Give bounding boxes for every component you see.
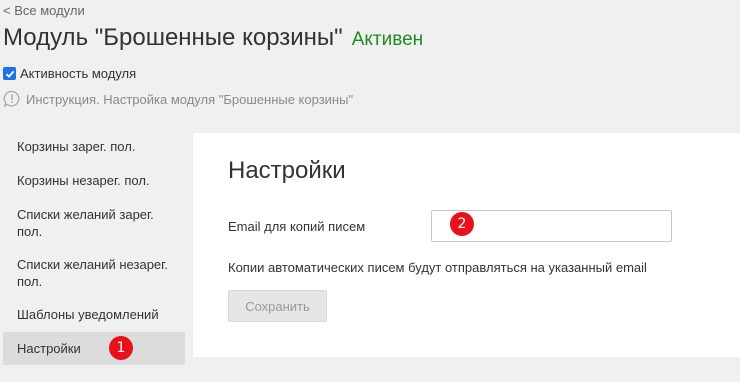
sidebar-item-label: Списки желаний незарег. пол. <box>17 257 168 289</box>
back-to-modules-link[interactable]: < Все модули <box>3 3 85 18</box>
activity-checkbox[interactable] <box>3 67 16 80</box>
info-bubble-icon <box>3 90 21 108</box>
save-button[interactable]: Сохранить <box>228 290 327 322</box>
sidebar-item-settings[interactable]: Настройки <box>3 332 185 365</box>
sidebar-item-carts-registered[interactable]: Корзины зарег. пол. <box>3 130 185 164</box>
email-copy-hint: Копии автоматических писем будут отправл… <box>228 260 647 275</box>
title-row: Модуль "Брошенные корзины" Активен <box>3 24 423 52</box>
settings-title: Настройки <box>228 157 346 184</box>
module-page: < Все модули Модуль "Брошенные корзины" … <box>0 0 740 382</box>
sidebar-item-label: Настройки <box>17 341 81 356</box>
sidebar-item-label: Корзины незарег. пол. <box>17 173 150 188</box>
activity-toggle[interactable]: Активность модуля <box>3 66 136 81</box>
page-title: Модуль "Брошенные корзины" <box>3 24 343 51</box>
step-marker-1: 1 <box>109 336 133 360</box>
email-copy-label: Email для копий писем <box>228 219 366 234</box>
sidebar-item-label: Корзины зарег. пол. <box>17 139 136 154</box>
instruction-link[interactable]: Инструкция. Настройка модуля "Брошенные … <box>3 90 353 108</box>
settings-panel: Настройки Email для копий писем Копии ав… <box>193 133 740 357</box>
step-marker-2: 2 <box>450 212 474 236</box>
activity-label: Активность модуля <box>20 66 137 81</box>
sidebar-item-wishlists-unregistered[interactable]: Списки желаний незарег. пол. <box>3 248 185 298</box>
sidebar-item-label: Списки желаний зарег. пол. <box>17 207 154 239</box>
sidebar-item-label: Шаблоны уведомлений <box>17 307 159 322</box>
sidebar-item-wishlists-registered[interactable]: Списки желаний зарег. пол. <box>3 198 185 248</box>
sidebar-item-notification-templates[interactable]: Шаблоны уведомлений <box>3 298 185 332</box>
sidebar-item-carts-unregistered[interactable]: Корзины незарег. пол. <box>3 164 185 198</box>
module-status: Активен <box>351 29 424 50</box>
checkmark-icon <box>5 70 14 78</box>
instruction-text: Инструкция. Настройка модуля "Брошенные … <box>26 91 354 107</box>
